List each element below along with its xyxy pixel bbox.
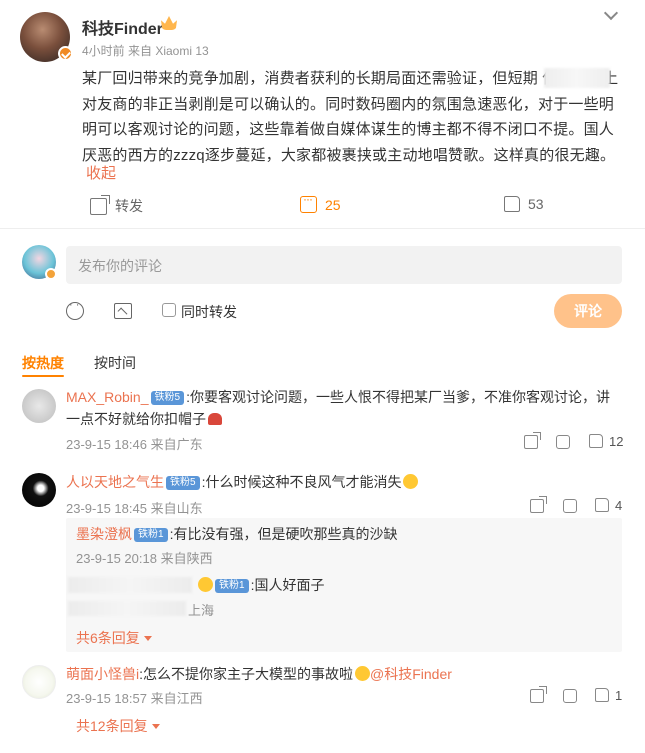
comment-like-count: 12 xyxy=(609,434,624,449)
commenter-avatar[interactable] xyxy=(22,473,56,507)
mention-link[interactable]: @科技Finder xyxy=(370,666,452,682)
author-name[interactable]: 科技Finder xyxy=(82,15,163,39)
verified-icon xyxy=(58,46,73,61)
commenter-avatar[interactable] xyxy=(22,389,56,423)
like-button[interactable]: 53 xyxy=(504,196,544,212)
comment-input[interactable]: 发布你的评论 xyxy=(66,246,622,284)
repost-checkbox[interactable] xyxy=(162,303,176,317)
redacted-blur xyxy=(544,68,610,88)
share-icon[interactable] xyxy=(530,496,547,513)
comment-text: :什么时候这种不良风气才能消失 xyxy=(201,474,402,490)
like-count: 53 xyxy=(528,196,544,212)
comment-like-count: 4 xyxy=(615,498,623,513)
chevron-down-icon[interactable] xyxy=(603,5,619,21)
post-meta: 4小时前 来自 Xiaomi 13 xyxy=(82,44,209,58)
reply-icon[interactable] xyxy=(563,499,577,513)
comment-button[interactable]: 25 xyxy=(300,192,341,213)
reply-meta: 23-9-15 20:18 来自陕西 xyxy=(76,551,213,566)
more-replies-link[interactable]: 共12条回复 xyxy=(76,716,160,736)
comment-like-count: 1 xyxy=(615,688,623,703)
comment-body: 人以天地之气生 铁粉5:什么时候这种不良风气才能消失 xyxy=(66,471,622,493)
reply-text: :有比没有强，但是硬吹那些真的沙缺 xyxy=(169,526,398,542)
repost-label[interactable]: 同时转发 xyxy=(181,302,237,322)
more-replies-link[interactable]: 共6条回复 xyxy=(76,628,152,648)
share-icon xyxy=(90,194,110,215)
share-icon[interactable] xyxy=(524,432,541,449)
submit-comment-button[interactable]: 评论 xyxy=(554,294,622,328)
reply-icon[interactable] xyxy=(556,435,570,449)
share-label: 转发 xyxy=(115,198,143,214)
reply-text: :国人好面子 xyxy=(250,577,325,593)
divider xyxy=(0,228,645,229)
thumbs-up-icon xyxy=(504,196,520,212)
comment-text: :怎么不提你家主子大模型的事故啦 xyxy=(139,666,354,682)
reply-body: 铁粉1:国人好面子 xyxy=(196,574,324,596)
comment-meta: 23-9-15 18:46 来自广东 xyxy=(66,437,203,452)
thumbs-up-icon[interactable] xyxy=(589,434,603,448)
image-icon[interactable] xyxy=(114,303,132,319)
crown-icon xyxy=(161,16,177,30)
redacted-blur xyxy=(68,601,186,616)
share-button[interactable]: 转发 xyxy=(90,194,143,216)
thumbs-up-icon[interactable] xyxy=(595,688,609,702)
fan-badge: 铁粉5 xyxy=(150,391,185,405)
fan-badge: 铁粉5 xyxy=(166,476,200,490)
reply-meta: 上海 xyxy=(188,603,215,618)
fan-badge: 铁粉1 xyxy=(134,528,168,542)
comment-icon xyxy=(300,192,317,213)
share-icon[interactable] xyxy=(530,686,547,703)
emoji-icon[interactable] xyxy=(66,299,84,320)
comment-meta: 23-9-15 18:57 来自江西 xyxy=(66,691,203,706)
verified-icon xyxy=(45,268,57,280)
tab-sort-time[interactable]: 按时间 xyxy=(94,353,136,373)
commenter-avatar[interactable] xyxy=(22,665,56,699)
comment-body: 萌面小怪兽i:怎么不提你家主子大模型的事故啦 @科技Finder xyxy=(66,663,622,685)
comment-meta: 23-9-15 18:45 来自山东 xyxy=(66,501,203,516)
reply-icon[interactable] xyxy=(563,689,577,703)
commenter-name[interactable]: 人以天地之气生 xyxy=(66,474,164,490)
fan-badge: 铁粉1 xyxy=(215,579,249,593)
collapse-link[interactable]: 收起 xyxy=(86,162,116,183)
reply-body: 墨染澄枫 铁粉1:有比没有强，但是硬吹那些真的沙缺 xyxy=(76,523,397,545)
replier-name[interactable]: 墨染澄枫 xyxy=(76,526,132,542)
thumbs-up-icon[interactable] xyxy=(595,498,609,512)
comment-body: MAX_Robin_ 铁粉5:你要客观讨论问题，一些人恨不得把某厂当爹，不准你客观… xyxy=(66,386,622,430)
emoji-icon xyxy=(403,474,419,489)
tab-sort-hot[interactable]: 按热度 xyxy=(22,353,64,377)
hat-emoji-icon xyxy=(208,413,222,425)
comment-count: 25 xyxy=(325,196,341,213)
commenter-name[interactable]: 萌面小怪兽i xyxy=(66,666,139,682)
redacted-blur xyxy=(68,577,192,593)
emoji-icon xyxy=(198,577,213,592)
shocked-emoji-icon xyxy=(355,666,371,681)
commenter-name[interactable]: MAX_Robin_ xyxy=(66,389,149,405)
